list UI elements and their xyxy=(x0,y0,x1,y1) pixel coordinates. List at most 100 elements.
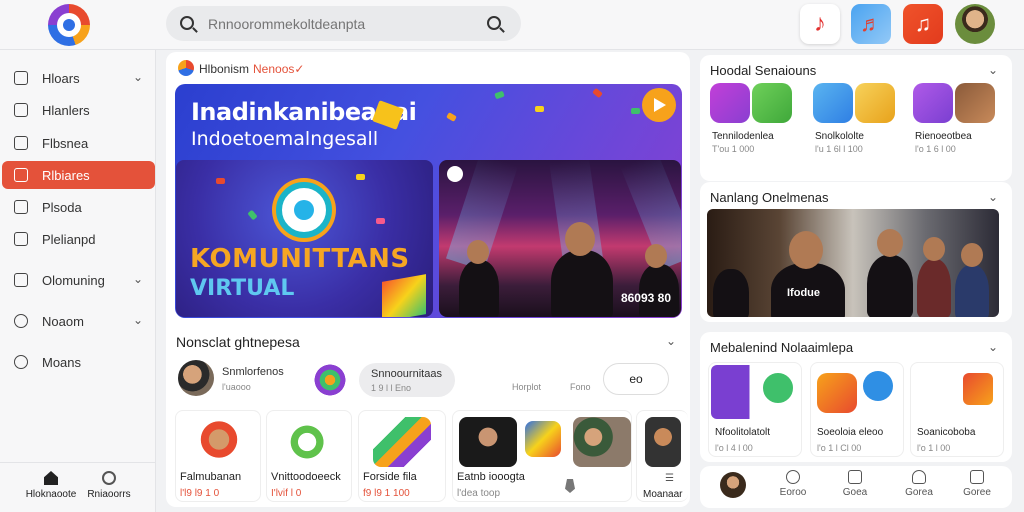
action-label[interactable]: Horplot xyxy=(512,382,541,392)
sidebar-item-handlers[interactable]: Hlanlers xyxy=(2,96,155,124)
content-tile[interactable]: Vnittoodoeeck I'lvif l 0 xyxy=(266,410,352,502)
content-tile[interactable]: Moanaar ☰ xyxy=(636,410,688,502)
app-item[interactable]: Snolkololte l'u 1 6l l 100 xyxy=(803,55,897,155)
confetti-decoration xyxy=(216,178,225,184)
bottom-tab[interactable]: Gorea xyxy=(894,470,944,498)
search-submit-icon[interactable] xyxy=(487,16,501,30)
confetti-decoration xyxy=(446,112,457,122)
tile-name: Forside fila xyxy=(363,471,417,483)
bottom-tab[interactable]: Goree xyxy=(952,470,1002,498)
bottom-tab[interactable]: Goea xyxy=(830,470,880,498)
search-bar[interactable] xyxy=(166,6,521,41)
crowd-head xyxy=(467,240,489,264)
chevron-down-icon[interactable]: ⌄ xyxy=(133,70,143,84)
trending-card: Nanlang Onelmenas ⌄ Ifodue xyxy=(700,182,1012,322)
sidebar-item-label: Hloars xyxy=(42,71,80,86)
app-root: ♪ ♬ ♫ Hloars ⌄ Hlanlers Flbsnea Rlbiares… xyxy=(0,0,1024,512)
bottom-tab-search[interactable]: Rniaoorrs xyxy=(74,471,144,500)
pin-icon[interactable] xyxy=(565,479,575,493)
play-icon[interactable] xyxy=(642,88,676,122)
music-app-icon[interactable]: ♫ xyxy=(903,4,943,44)
sidebar-item-more[interactable]: Moans xyxy=(2,348,155,376)
trending-banner[interactable]: Ifodue xyxy=(707,209,999,317)
whatsapp-icon xyxy=(759,369,797,407)
app-name: Soeoloia eleoo xyxy=(817,427,884,438)
main-panel: Hlbonism Nenoos✓ Inadinkanibeanai Indoeto… xyxy=(166,52,690,507)
tile-art xyxy=(459,417,517,467)
bottom-tab[interactable]: Eoroo xyxy=(768,470,818,498)
calendar-icon xyxy=(14,232,28,246)
content-tile[interactable]: Eatnb iooogta l'dea toop xyxy=(452,410,632,502)
live-icon xyxy=(447,166,463,182)
content-tile[interactable]: Forside fila f9 l9 1 100 xyxy=(358,410,446,502)
action-label[interactable]: Fono xyxy=(570,382,591,392)
chevron-down-icon[interactable]: ⌄ xyxy=(133,272,143,286)
guitar-icon[interactable]: ♬ xyxy=(851,4,891,44)
breadcrumb[interactable]: Hlbonism Nenoos✓ xyxy=(178,60,304,76)
performer-head xyxy=(565,222,595,256)
tile-art xyxy=(190,417,248,467)
chevron-down-icon[interactable]: ⌄ xyxy=(666,334,676,348)
sidebar-item-planned[interactable]: Plelianpd xyxy=(2,225,155,253)
chevron-down-icon[interactable]: ⌄ xyxy=(988,190,998,204)
concert-card[interactable]: 86093 80 xyxy=(439,160,681,317)
search-icon xyxy=(14,314,28,328)
app-tile[interactable]: Soeoloia eleoo l'o 1 l Cl 00 xyxy=(810,362,904,457)
guitarist xyxy=(867,255,913,317)
pill-name: Snnoournitaas xyxy=(371,368,442,380)
book-icon xyxy=(14,103,28,117)
bottom-tab-label: Goree xyxy=(963,487,991,498)
app-name: Nfoolitolatolt xyxy=(715,427,771,438)
sidebar-item-label: Plsoda xyxy=(42,200,82,215)
row-name: Snmlorfenos xyxy=(222,366,284,378)
menu-icon[interactable]: ☰ xyxy=(665,473,674,484)
band-member-head xyxy=(923,237,945,261)
featured-card: Mebalenind Nolaaimlepa ⌄ Nfoolitolatolt … xyxy=(700,332,1012,462)
app-sub: l'o l 4 l 00 xyxy=(715,443,753,453)
chevron-down-icon[interactable]: ⌄ xyxy=(133,313,143,327)
search-icon xyxy=(180,16,194,30)
app-name: Tennilodenlea xyxy=(712,131,774,142)
sidebar-item-label: Rlbiares xyxy=(42,168,90,183)
avatar[interactable] xyxy=(178,360,214,396)
community-avatar[interactable] xyxy=(312,362,348,398)
search-icon xyxy=(786,470,800,484)
search-input[interactable] xyxy=(208,14,468,34)
app-tile[interactable]: Soanicoboba l'o 1 l 00 xyxy=(910,362,1004,457)
sidebar-item-label: Flbsnea xyxy=(42,136,89,151)
filter-button[interactable]: eo xyxy=(603,363,669,395)
music-note-icon[interactable]: ♪ xyxy=(800,4,840,44)
app-item[interactable]: Rienoeotbea l'o 1 6 l 00 xyxy=(903,55,997,155)
tile-sub: l'l9 l9 1 0 xyxy=(180,488,220,499)
sidebar-item-label: Olomuning xyxy=(42,273,105,288)
user-avatar[interactable] xyxy=(955,4,995,44)
content-tile[interactable]: Falmubanan l'l9 l9 1 0 xyxy=(175,410,261,502)
community-subtitle: VIRTUAL xyxy=(190,276,295,301)
sidebar-item-libraries[interactable]: Rlbiares xyxy=(2,161,155,189)
app-sub: l'o 1 l Cl 00 xyxy=(817,443,862,453)
sidebar-item-playlists[interactable]: Plsoda xyxy=(2,193,155,221)
notes-icon xyxy=(752,83,792,123)
community-card[interactable]: KOMUNITTANS VIRTUAL xyxy=(176,160,433,317)
app-tile[interactable]: Nfoolitolatolt l'o l 4 l 00 xyxy=(708,362,802,457)
guitarist-head xyxy=(877,229,903,257)
sidebar-item-community[interactable]: Olomuning ⌄ xyxy=(2,266,155,294)
bottom-tab-label: Gorea xyxy=(905,487,933,498)
sidebar-item-label: Noaom xyxy=(42,314,84,329)
shirt-text: Ifodue xyxy=(787,287,820,299)
home-icon xyxy=(14,71,28,85)
bottle-icon xyxy=(813,83,853,123)
chevron-down-icon[interactable]: ⌄ xyxy=(988,340,998,354)
community-pill[interactable]: Snnoournitaas 1 9 l l Eno xyxy=(359,363,455,397)
playlist-icon xyxy=(14,200,28,214)
sidebar-item-files[interactable]: Flbsnea xyxy=(2,129,155,157)
band-member xyxy=(917,259,951,317)
sidebar-item-news[interactable]: Noaom ⌄ xyxy=(2,307,155,335)
sidebar-item-home[interactable]: Hloars ⌄ xyxy=(2,64,155,92)
bottom-tab-label: Rniaoorrs xyxy=(87,489,131,500)
app-item[interactable]: Tennilodenlea T'ou 1 000 xyxy=(700,55,794,155)
card-title: Nanlang Onelmenas xyxy=(710,190,829,205)
app-logo[interactable] xyxy=(48,4,90,46)
hero-banner[interactable]: Inadinkanibeanai Indoetoemalngesall KOMU… xyxy=(175,84,682,318)
avatar[interactable] xyxy=(720,472,746,498)
